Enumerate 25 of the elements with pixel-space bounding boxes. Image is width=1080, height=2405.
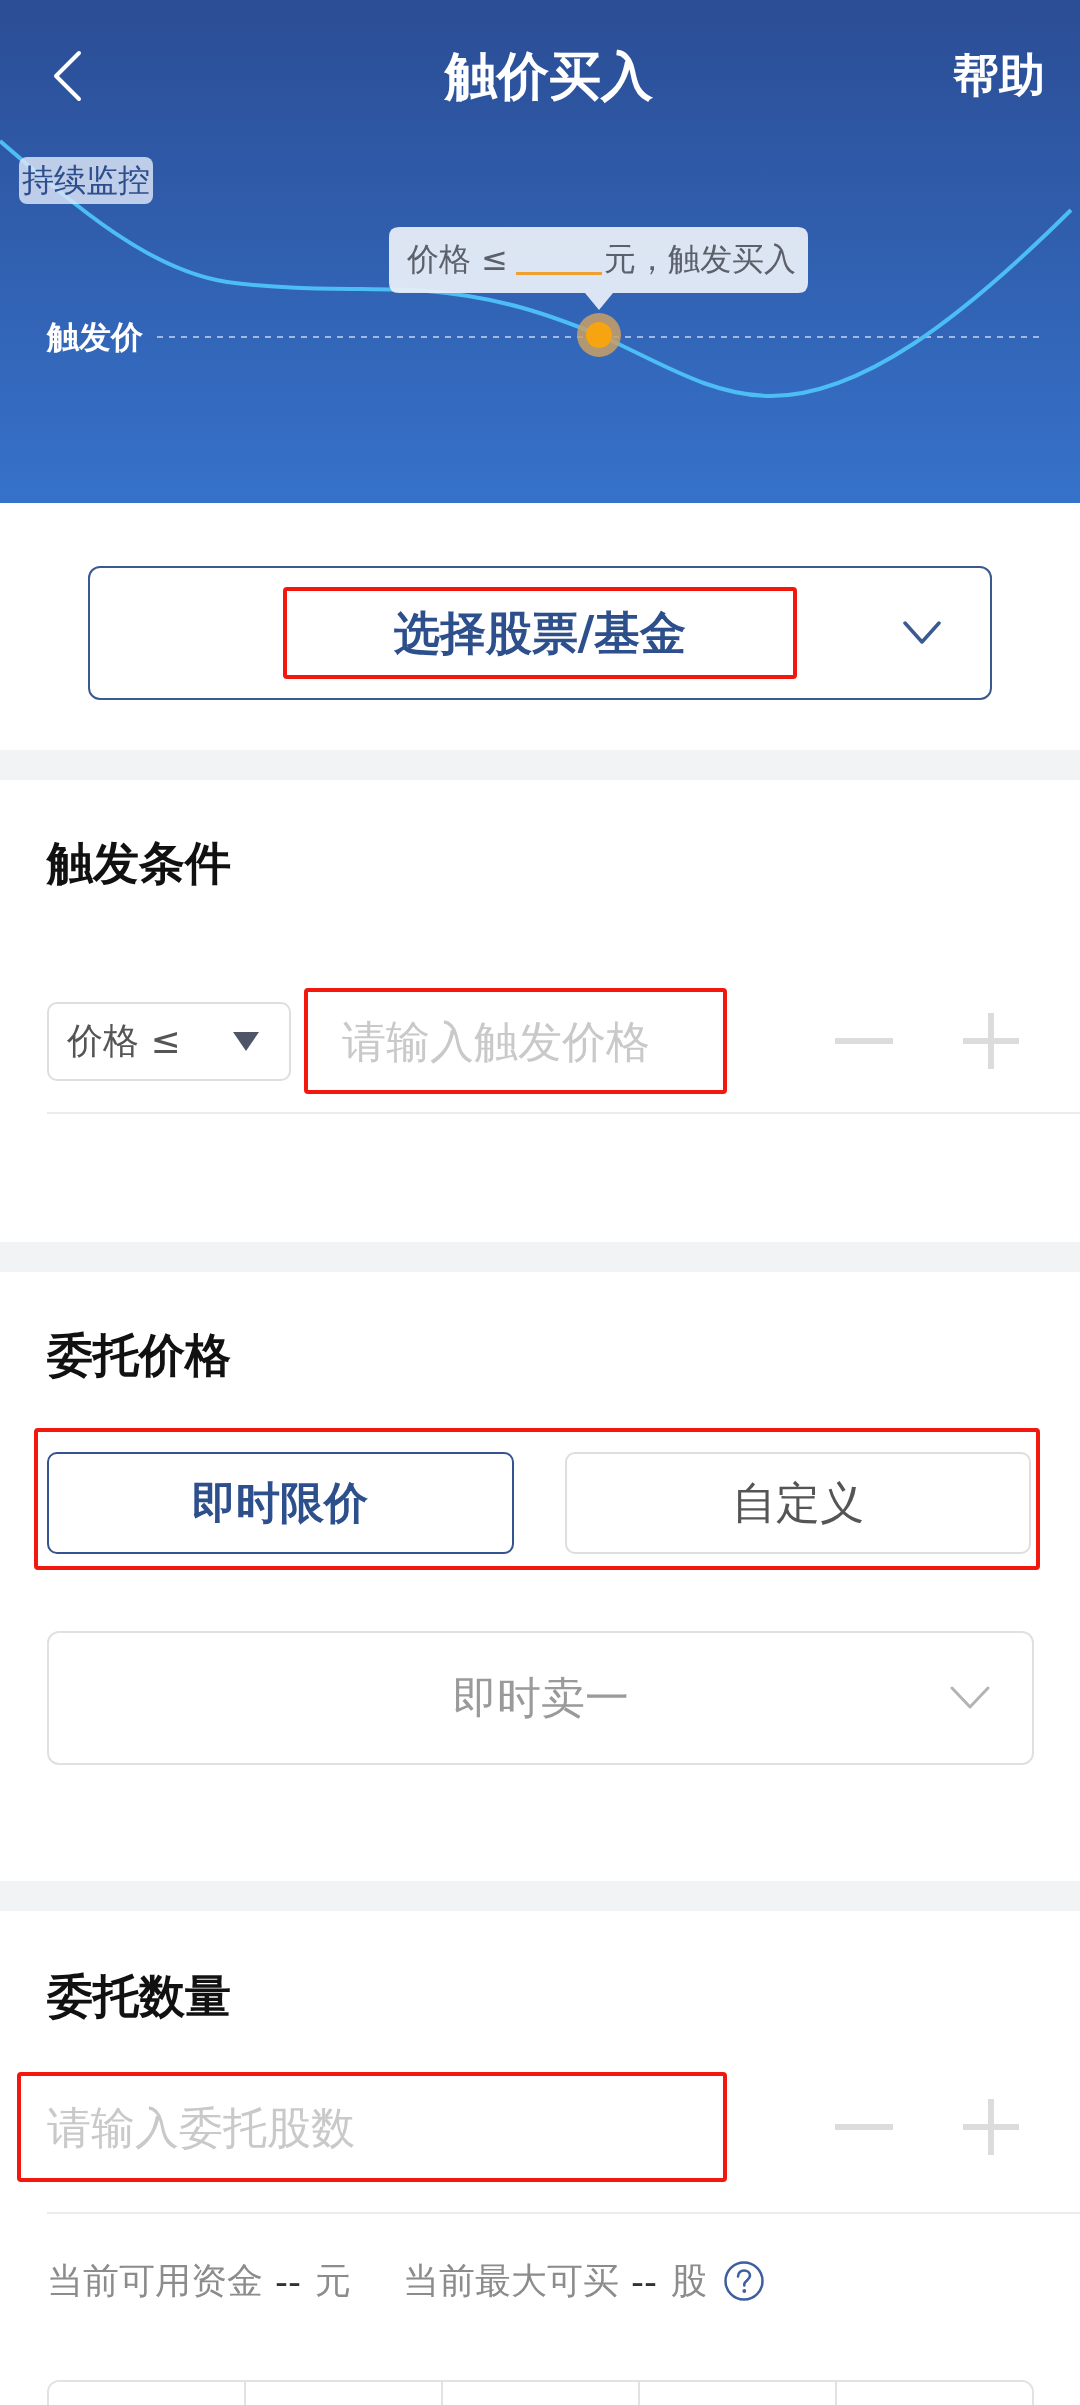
info-value: --	[275, 2260, 301, 2302]
tooltip-text: 价格 ≤	[407, 239, 508, 280]
section-title: 委托价格	[47, 1327, 232, 1384]
price-type-tab[interactable]: 即时限价	[47, 1452, 514, 1554]
info-label: 当前最大可买	[403, 2258, 619, 2303]
trigger-point-icon	[577, 313, 621, 357]
page-title: 触价买入	[444, 44, 653, 108]
info-value: --	[631, 2260, 657, 2302]
monitoring-badge: 持续监控	[19, 157, 153, 204]
stock-selector[interactable]: 选择股票/基金	[88, 566, 992, 700]
help-link[interactable]: 帮助	[953, 48, 1045, 104]
chevron-down-icon	[950, 1686, 990, 1710]
back-icon[interactable]	[52, 50, 82, 102]
info-unit: 股	[670, 2258, 707, 2303]
dropdown-triangle-icon	[233, 1031, 259, 1051]
info-label: 当前可用资金	[47, 2258, 263, 2303]
info-unit: 元	[315, 2258, 351, 2303]
chevron-down-icon	[903, 621, 941, 645]
operator-select[interactable]: 价格 ≤	[47, 1001, 291, 1081]
section-title: 触发条件	[47, 835, 232, 892]
trigger-price-label: 触发价	[47, 317, 143, 357]
price-type-tab[interactable]: 自定义	[564, 1452, 1031, 1554]
tooltip-text: 元，触发买入	[604, 239, 796, 280]
question-icon[interactable]	[723, 2261, 764, 2301]
section-title: 委托数量	[47, 1968, 232, 2025]
